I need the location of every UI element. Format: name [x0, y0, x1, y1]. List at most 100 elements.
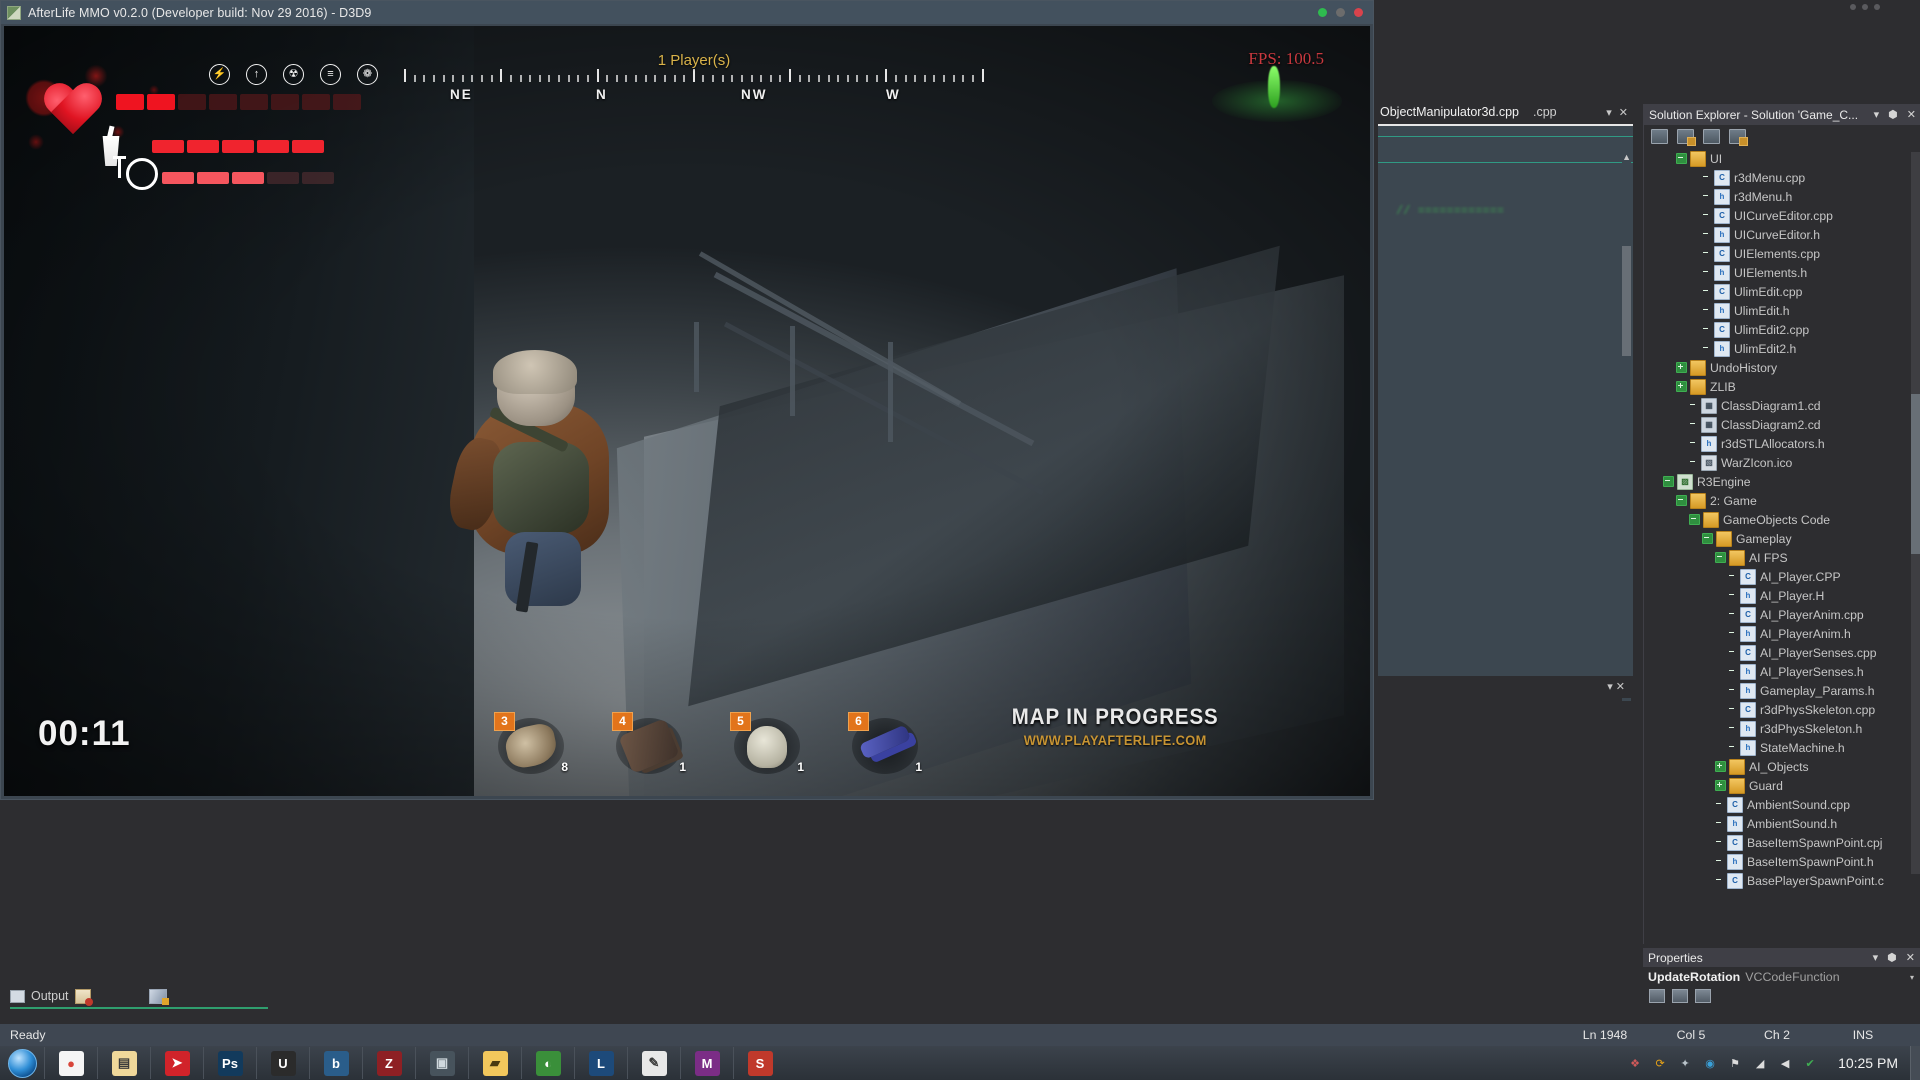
tree-item[interactable]: ▨ R3Engine: [1644, 472, 1920, 491]
tree-item[interactable]: UndoHistory: [1644, 358, 1920, 377]
system-tray[interactable]: ❖ ⟳ ✦ ◉ ⚑ ◢ ◀ ✔: [1627, 1055, 1826, 1071]
tray-nvidia-icon[interactable]: ✦: [1677, 1055, 1693, 1071]
taskbar-explorer[interactable]: ▤: [97, 1047, 150, 1079]
tree-item[interactable]: h r3dSTLAllocators.h: [1644, 434, 1920, 453]
tree-item[interactable]: ▧ WarZIcon.ico: [1644, 453, 1920, 472]
tree-item[interactable]: 2: Game: [1644, 491, 1920, 510]
tree-item[interactable]: C AI_Player.CPP: [1644, 567, 1920, 586]
tree-item[interactable]: C UICurveEditor.cpp: [1644, 206, 1920, 225]
taskbar-paint[interactable]: ◐: [521, 1047, 574, 1079]
expander-icon[interactable]: [1663, 476, 1674, 487]
tree-item[interactable]: AI FPS: [1644, 548, 1920, 567]
tray-media-icon[interactable]: ◉: [1702, 1055, 1718, 1071]
show-all-files-button[interactable]: [1651, 128, 1668, 144]
taskbar-chrome[interactable]: ●: [44, 1047, 97, 1079]
expander-icon[interactable]: [1676, 381, 1687, 392]
categorized-button[interactable]: [1649, 989, 1665, 1003]
tab-list-dropdown-icon[interactable]: ▾: [1606, 106, 1612, 119]
tree-item[interactable]: C UlimEdit.cpp: [1644, 282, 1920, 301]
dropdown-icon[interactable]: ▾: [1873, 951, 1879, 964]
solution-explorer-toolbar[interactable]: [1644, 125, 1920, 147]
refresh-button[interactable]: [1677, 128, 1696, 146]
find-results-icon[interactable]: [148, 988, 169, 1005]
tree-item[interactable]: h AI_PlayerAnim.h: [1644, 624, 1920, 643]
solution-tree[interactable]: UI Cr3dMenu.cpp h r3dMenu.h C UICurveEditor.c…: [1644, 147, 1920, 919]
view-code-button[interactable]: [1703, 128, 1720, 144]
game-viewport[interactable]: ⚡ ↑ ☢ ≡ ❁ 1 Player(s) NE N NW W FPS: 100.5 00:1…: [4, 26, 1370, 796]
editor-scrollbar-thumb[interactable]: [1622, 246, 1631, 356]
tree-item[interactable]: Cr3dPhysSkeleton.cpp: [1644, 700, 1920, 719]
tree-item[interactable]: h UlimEdit.h: [1644, 301, 1920, 320]
taskbar-unreal[interactable]: U: [256, 1047, 309, 1079]
dropdown-icon[interactable]: ▾: [1874, 108, 1880, 121]
expander-icon[interactable]: [1676, 362, 1687, 373]
tree-item[interactable]: ▦ ClassDiagram1.cd: [1644, 396, 1920, 415]
tree-item[interactable]: h AI_Player.H: [1644, 586, 1920, 605]
tree-item[interactable]: C AmbientSound.cpp: [1644, 795, 1920, 814]
maximize-button[interactable]: [1336, 8, 1345, 17]
editor-surface[interactable]: // ============ ▲: [1378, 124, 1633, 701]
expander-icon[interactable]: [1676, 153, 1687, 164]
tree-item[interactable]: h AI_PlayerSenses.h: [1644, 662, 1920, 681]
expander-icon[interactable]: [1715, 552, 1726, 563]
tray-flag-icon[interactable]: ⚑: [1727, 1055, 1743, 1071]
tree-item[interactable]: h AmbientSound.h: [1644, 814, 1920, 833]
tray-dropbox-icon[interactable]: ❖: [1627, 1055, 1643, 1071]
tree-item[interactable]: GameObjects Code: [1644, 510, 1920, 529]
lower-pane-close-icon[interactable]: ▾ ✕: [1607, 680, 1625, 693]
tree-item[interactable]: ▦ ClassDiagram2.cd: [1644, 415, 1920, 434]
editor-tab-tools[interactable]: ▾ ✕: [1606, 106, 1633, 119]
tree-item[interactable]: AI_Objects: [1644, 757, 1920, 776]
output-tab-row[interactable]: Output: [10, 985, 295, 1007]
scroll-up-icon[interactable]: ▲: [1622, 152, 1631, 162]
expander-icon[interactable]: [1715, 780, 1726, 791]
tray-security-icon[interactable]: ✔: [1802, 1055, 1818, 1071]
pin-icon[interactable]: ⬢: [1888, 108, 1898, 121]
hotbar-slot[interactable]: 61: [848, 712, 922, 774]
expander-icon[interactable]: [1689, 514, 1700, 525]
taskbar-clock[interactable]: 10:25 PM: [1826, 1055, 1910, 1071]
solution-explorer-panel[interactable]: Solution Explorer - Solution 'Game_C... …: [1643, 104, 1920, 944]
tree-item[interactable]: C BasePlayerSpawnPoint.c: [1644, 871, 1920, 890]
tree-item[interactable]: C AI_PlayerSenses.cpp: [1644, 643, 1920, 662]
properties-object-selector[interactable]: UpdateRotation VCCodeFunction ▾: [1643, 967, 1920, 987]
taskbar-blender[interactable]: b: [309, 1047, 362, 1079]
hotbar-slot[interactable]: 41: [612, 712, 686, 774]
hotbar[interactable]: 38 41 51 61: [494, 712, 922, 774]
chevron-down-icon[interactable]: ▾: [1910, 973, 1920, 982]
tree-item[interactable]: Gameplay: [1644, 529, 1920, 548]
editor-tab[interactable]: ObjectManipulator3d.cpp: [1380, 105, 1519, 119]
expander-icon[interactable]: [1715, 761, 1726, 772]
taskbar-folder[interactable]: ▰: [468, 1047, 521, 1079]
tab-close-icon[interactable]: ✕: [1619, 106, 1628, 119]
hotbar-slot[interactable]: 51: [730, 712, 804, 774]
properties-controls[interactable]: ▾ ⬢ ✕: [1873, 951, 1915, 964]
alphabetical-button[interactable]: [1672, 989, 1688, 1003]
taskbar-substance[interactable]: S: [733, 1047, 786, 1079]
tree-item[interactable]: h UlimEdit2.h: [1644, 339, 1920, 358]
taskbar-items[interactable]: ● ▤ ➤ Ps Ub Z ▣ ▰ ◐ L ✎ M S: [44, 1047, 786, 1079]
property-pages-button[interactable]: [1695, 989, 1711, 1003]
game-title-bar[interactable]: AfterLife MMO v0.2.0 (Developer build: N…: [1, 1, 1373, 24]
tree-item[interactable]: UI: [1644, 149, 1920, 168]
show-desktop-button[interactable]: [1910, 1046, 1920, 1080]
taskbar-lightroom[interactable]: L: [574, 1047, 627, 1079]
properties-button[interactable]: [1729, 128, 1748, 146]
tree-item[interactable]: ZLIB: [1644, 377, 1920, 396]
tray-network-icon[interactable]: ◢: [1752, 1055, 1768, 1071]
hotbar-slot[interactable]: 38: [494, 712, 568, 774]
tree-item[interactable]: h Gameplay_Params.h: [1644, 681, 1920, 700]
solution-scrollbar-thumb[interactable]: [1911, 394, 1920, 554]
taskbar-photoshop[interactable]: Ps: [203, 1047, 256, 1079]
windows-taskbar[interactable]: ● ▤ ➤ Ps Ub Z ▣ ▰ ◐ L ✎ M S ❖ ⟳ ✦ ◉ ⚑ ◢ ◀ ✔ 10:25 PM: [0, 1046, 1920, 1080]
taskbar-zbrush[interactable]: Z: [362, 1047, 415, 1079]
tree-item[interactable]: C AI_PlayerAnim.cpp: [1644, 605, 1920, 624]
properties-header[interactable]: Properties ▾ ⬢ ✕: [1643, 948, 1920, 967]
tree-item[interactable]: h UIElements.h: [1644, 263, 1920, 282]
tree-item[interactable]: C UlimEdit2.cpp: [1644, 320, 1920, 339]
expander-icon[interactable]: [1702, 533, 1713, 544]
code-editor-pane[interactable]: ObjectManipulator3d.cpp .cpp ▾ ✕ // =====…: [1378, 100, 1633, 701]
output-tab-label[interactable]: Output: [31, 989, 69, 1003]
tree-item[interactable]: Guard: [1644, 776, 1920, 795]
tree-item[interactable]: h StateMachine.h: [1644, 738, 1920, 757]
